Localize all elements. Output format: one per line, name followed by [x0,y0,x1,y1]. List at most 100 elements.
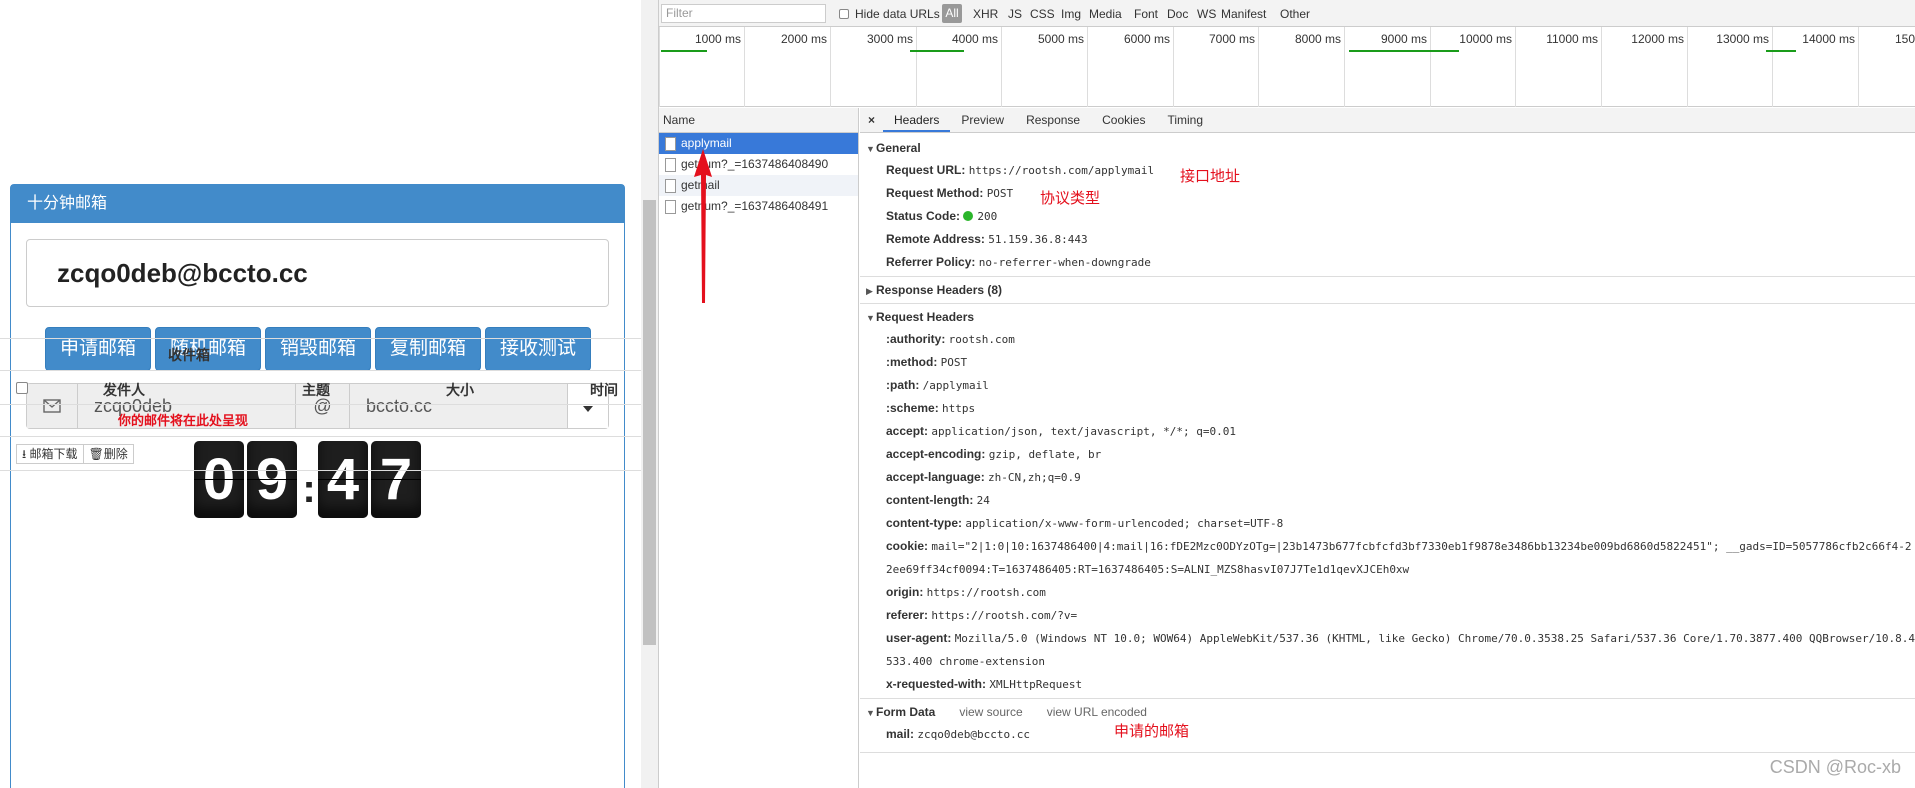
hide-data-urls-label: Hide data URLs [855,7,940,21]
hide-data-urls-checkbox[interactable] [839,7,849,21]
timeline-tick: 3000 ms [866,32,913,46]
filter-css[interactable]: CSS [1030,7,1055,21]
timeline-tick: 7000 ms [1208,32,1255,46]
timeline-tick: 6000 ms [1123,32,1170,46]
filter-all[interactable]: All [942,4,962,23]
form-data-toggle[interactable]: ▼Form Data view source view URL encoded [860,701,1915,723]
view-url-encoded-link[interactable]: view URL encoded [1047,705,1147,719]
download-mail-label: 邮箱下载 [29,447,78,461]
tab-headers[interactable]: Headers [883,108,951,132]
request-header-row: x-requested-with: XMLHttpRequest [886,677,1083,691]
timeline-request-bar [910,50,964,52]
expanded-triangle-icon: ▼ [866,144,875,154]
request-header-row: user-agent: Mozilla/5.0 (Windows NT 10.0… [886,631,1915,668]
inbox-header-row: 发件人 主题 大小 时间 [0,370,641,405]
timeline-request-bar [661,50,707,52]
filter-xhr[interactable]: XHR [973,7,998,21]
download-mail-button[interactable]: ⭳ 邮箱下载 [16,444,84,464]
tab-cookies[interactable]: Cookies [1091,108,1156,132]
request-header-row: :authority: rootsh.com [886,332,1015,346]
panel-title: 十分钟邮箱 [11,185,624,223]
mail-webpage: 十分钟邮箱 zcqo0deb@bccto.cc 申请邮箱 随机邮箱 销毁邮箱 复… [0,0,641,788]
close-details-icon[interactable]: × [860,108,883,132]
inbox-table: 收件箱 发件人 主题 大小 时间 你的邮件将在此处呈现 ⭳ 邮箱下载 🗑删除 [0,338,641,471]
page-scrollbar-thumb[interactable] [643,200,656,645]
filter-font[interactable]: Font [1134,7,1158,21]
request-header-row: origin: https://rootsh.com [886,585,1046,599]
filter-img[interactable]: Img [1061,7,1081,21]
delete-mail-label: 删除 [103,447,128,461]
request-details: × Headers Preview Response Cookies Timin… [860,108,1915,788]
email-address-display: zcqo0deb@bccto.cc [26,239,609,307]
filter-js[interactable]: JS [1008,7,1022,21]
timeline-tick: 10000 ms [1459,32,1512,46]
request-header-row: accept-language: zh-CN,zh;q=0.9 [886,470,1081,484]
collapsed-triangle-icon: ▶ [866,286,873,296]
timeline-tick: 1500 [1895,32,1915,46]
trash-icon: 🗑 [88,447,104,461]
delete-mail-button[interactable]: 🗑删除 [83,444,134,464]
status-ok-icon [963,211,974,221]
general-request-method: Request Method: POST [886,186,1014,200]
timeline-tick: 4000 ms [951,32,998,46]
select-all-checkbox[interactable] [16,382,28,394]
filter-ws[interactable]: WS [1197,7,1216,21]
name-column-header[interactable]: Name [659,108,858,133]
request-headers-title: Request Headers [876,310,975,324]
url-annotation: 接口地址 [1180,168,1241,185]
col-subject: 主题 [302,382,330,398]
request-header-row: accept-encoding: gzip, deflate, br [886,447,1102,461]
general-remote-address: Remote Address: 51.159.36.8:443 [886,232,1088,246]
request-header-row: cookie: mail="2|1:0|10:1637486400|4:mail… [886,539,1912,576]
filter-media[interactable]: Media [1089,7,1122,21]
filter-doc[interactable]: Doc [1167,7,1188,21]
timeline-tick: 9000 ms [1380,32,1427,46]
timeline-tick: 2000 ms [780,32,827,46]
tab-preview[interactable]: Preview [950,108,1015,132]
download-icon: ⭳ [22,447,27,461]
timeline-tick: 14000 ms [1802,32,1855,46]
form-data-mail: mail: zcqo0deb@bccto.cc [886,727,1030,741]
tab-timing[interactable]: Timing [1156,108,1214,132]
form-data-title: Form Data [876,705,936,719]
timeline-tick: 11000 ms [1546,32,1598,46]
filter-other[interactable]: Other [1280,7,1310,21]
request-header-row: referer: https://rootsh.com/?v= [886,608,1078,622]
timeline-request-bar [1766,50,1796,52]
general-request-url: Request URL: https://rootsh.com/applymai… [886,163,1155,177]
network-filter-bar: Filter Hide data URLs All XHR JS CSS Img… [659,0,1915,27]
request-header-row: :method: POST [886,355,968,369]
method-annotation: 协议类型 [1040,190,1101,207]
red-arrow-annotation [694,149,712,303]
expanded-triangle-icon: ▼ [866,313,875,323]
timeline-tick: 1000 ms [694,32,741,46]
timer-colon: : [302,467,316,511]
timeline-tick: 5000 ms [1037,32,1084,46]
general-section-toggle[interactable]: ▼General [860,137,1915,159]
expanded-triangle-icon: ▼ [866,708,875,718]
request-header-row: accept: application/json, text/javascrip… [886,424,1237,438]
timeline-request-bar [1349,50,1459,52]
details-tabs: × Headers Preview Response Cookies Timin… [860,108,1915,133]
col-sender: 发件人 [103,382,145,398]
request-header-row: :scheme: https [886,401,976,415]
general-status-code: Status Code: 200 [886,209,998,223]
filter-manifest[interactable]: Manifest [1221,7,1266,21]
col-time: 时间 [590,382,618,398]
timeline-tick: 13000 ms [1716,32,1769,46]
view-source-link[interactable]: view source [959,705,1022,719]
request-header-row: content-type: application/x-www-form-url… [886,516,1284,530]
network-timeline-overview[interactable]: 1000 ms 2000 ms 3000 ms 4000 ms 5000 ms … [659,27,1915,107]
inbox-empty-message: 你的邮件将在此处呈现 [0,405,641,437]
watermark: CSDN @Roc-xb [1769,757,1901,777]
mail-annotation: 申请的邮箱 [1114,723,1190,740]
filter-input[interactable]: Filter [661,4,826,23]
tab-response[interactable]: Response [1015,108,1091,132]
request-headers-toggle[interactable]: ▼Request Headers [860,306,1915,328]
inbox-title: 收件箱 [0,338,641,370]
response-headers-title: Response Headers (8) [876,283,1003,297]
request-header-row: content-length: 24 [886,493,990,507]
response-headers-toggle[interactable]: ▶ Response Headers (8) [860,279,1915,301]
general-title: General [876,141,921,155]
request-header-row: :path: /applymail [886,378,989,392]
